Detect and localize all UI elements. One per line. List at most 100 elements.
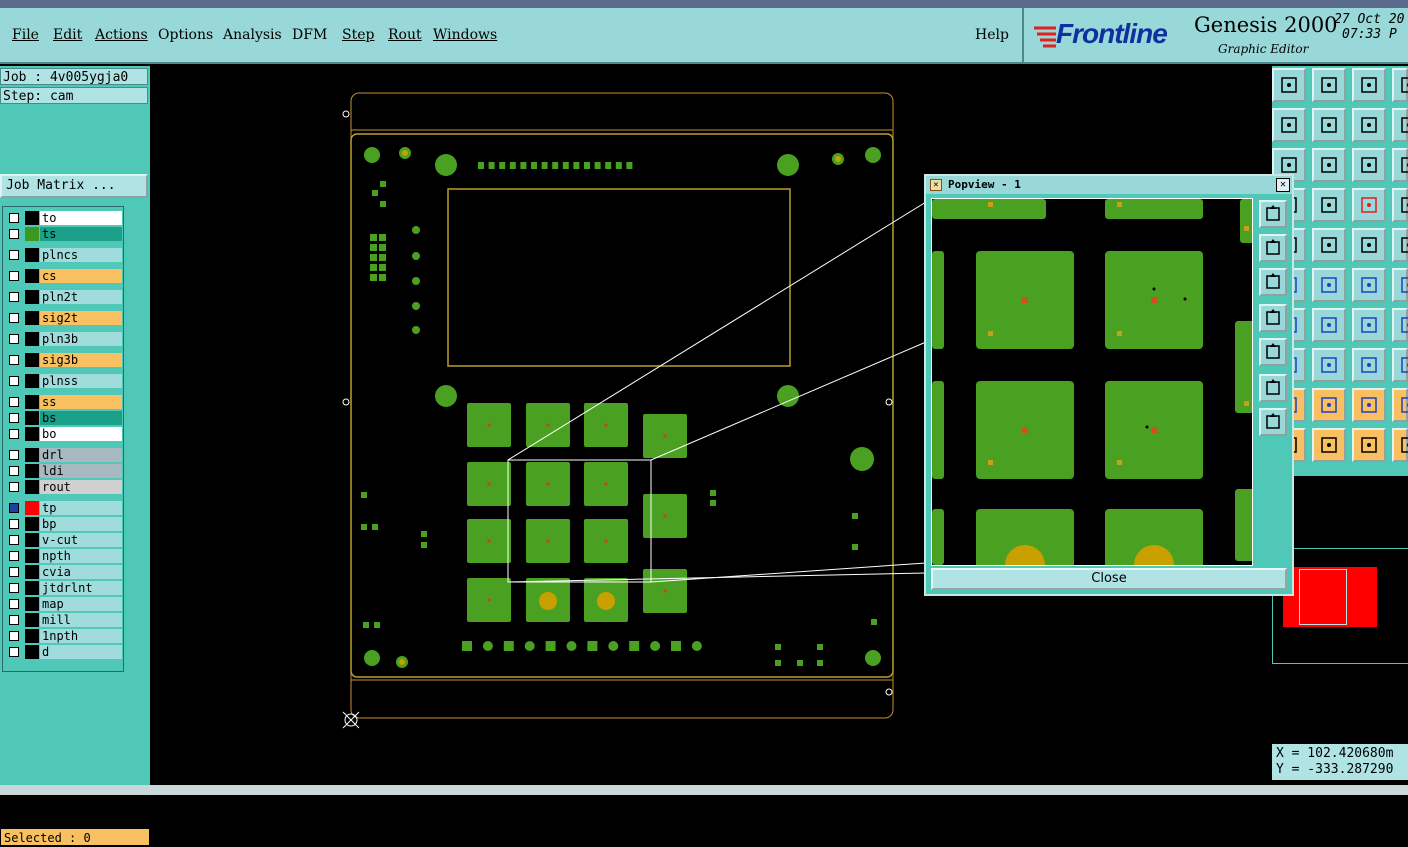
overview-view-rect[interactable] — [1299, 569, 1347, 625]
layer-row-cs[interactable]: cs — [5, 269, 122, 283]
menu-options[interactable]: Options — [158, 27, 213, 43]
pointer-icon[interactable] — [1312, 428, 1346, 462]
more-icon[interactable] — [1392, 68, 1408, 102]
more-icon[interactable] — [1392, 308, 1408, 342]
layer-row-npth[interactable]: npth — [5, 549, 122, 563]
layer-checkbox[interactable] — [9, 551, 19, 561]
pan-right-icon[interactable] — [1312, 108, 1346, 142]
layer-row-cvia[interactable]: cvia — [5, 565, 122, 579]
job-matrix-button[interactable]: Job Matrix ... — [0, 174, 148, 198]
more-icon[interactable] — [1392, 188, 1408, 222]
menu-help[interactable]: Help — [975, 27, 1009, 43]
layer-checkbox[interactable] — [9, 250, 19, 260]
layer-checkbox[interactable] — [9, 567, 19, 577]
ratio-icon[interactable] — [1352, 148, 1386, 182]
layer-checkbox[interactable] — [9, 376, 19, 386]
layer-checkbox[interactable] — [9, 631, 19, 641]
menu-rout[interactable]: Rout — [388, 27, 422, 43]
zoom-down-icon[interactable] — [1312, 68, 1346, 102]
layer-row-sig3b[interactable]: sig3b — [5, 353, 122, 367]
layer-row-ts[interactable]: ts — [5, 227, 122, 241]
target-icon[interactable] — [1352, 428, 1386, 462]
popview-canvas[interactable] — [931, 198, 1253, 566]
more-icon[interactable] — [1392, 148, 1408, 182]
more-icon[interactable] — [1392, 268, 1408, 302]
layer-checkbox[interactable] — [9, 413, 19, 423]
layer-checkbox[interactable] — [9, 599, 19, 609]
layer-row-pln2t[interactable]: pln2t — [5, 290, 122, 304]
center-icon[interactable] — [1259, 408, 1287, 436]
layer-checkbox[interactable] — [9, 397, 19, 407]
layer-checkbox[interactable] — [9, 647, 19, 657]
fit-all-icon[interactable] — [1312, 148, 1346, 182]
menu-analysis[interactable]: Analysis — [223, 27, 282, 43]
triangle-icon[interactable] — [1312, 388, 1346, 422]
zoom-in-icon[interactable] — [1259, 234, 1287, 262]
pan-left-icon[interactable] — [1259, 304, 1287, 332]
layer-checkbox[interactable] — [9, 535, 19, 545]
menu-step[interactable]: Step — [342, 27, 374, 43]
layer-checkbox[interactable] — [9, 229, 19, 239]
layer-row-bp[interactable]: bp — [5, 517, 122, 531]
layer-checkbox[interactable] — [9, 213, 19, 223]
diagonal-icon[interactable] — [1312, 308, 1346, 342]
layer-row-jtdrlnt[interactable]: jtdrlnt — [5, 581, 122, 595]
zoom-out-icon[interactable] — [1259, 268, 1287, 296]
probe-icon[interactable] — [1312, 188, 1346, 222]
layer-checkbox[interactable] — [9, 271, 19, 281]
layer-row-1npth[interactable]: 1npth — [5, 629, 122, 643]
layer-checkbox[interactable] — [9, 503, 19, 513]
layer-row-bo[interactable]: bo — [5, 427, 122, 441]
layer-row-ss[interactable]: ss — [5, 395, 122, 409]
layer-row-bs[interactable]: bs — [5, 411, 122, 425]
layer-row-mill[interactable]: mill — [5, 613, 122, 627]
layer-checkbox[interactable] — [9, 429, 19, 439]
arrow-icon[interactable] — [1352, 388, 1386, 422]
more-icon[interactable] — [1392, 348, 1408, 382]
layer-checkbox[interactable] — [9, 450, 19, 460]
layer-row-plncs[interactable]: plncs — [5, 248, 122, 262]
ruler-icon[interactable] — [1352, 228, 1386, 262]
layer-row-map[interactable]: map — [5, 597, 122, 611]
more-icon[interactable] — [1392, 388, 1408, 422]
more-icon[interactable] — [1392, 228, 1408, 262]
layer-row-pln3b[interactable]: pln3b — [5, 332, 122, 346]
pan-right-icon[interactable] — [1259, 338, 1287, 366]
pan-left-icon[interactable] — [1272, 108, 1306, 142]
layer-checkbox[interactable] — [9, 292, 19, 302]
menu-edit[interactable]: Edit — [53, 27, 82, 43]
layer-checkbox[interactable] — [9, 519, 19, 529]
menu-dfm[interactable]: DFM — [292, 27, 327, 43]
popview-titlebar[interactable]: ✕ Popview - 1 ✕ — [926, 176, 1292, 194]
layer-row-tp[interactable]: tp — [5, 501, 122, 515]
close-icon[interactable]: ✕ — [1276, 178, 1290, 192]
layer-checkbox[interactable] — [9, 583, 19, 593]
draw-icon[interactable] — [1312, 228, 1346, 262]
layer-checkbox[interactable] — [9, 334, 19, 344]
layer-row-plnss[interactable]: plnss — [5, 374, 122, 388]
layer-row-sig2t[interactable]: sig2t — [5, 311, 122, 325]
layer-checkbox[interactable] — [9, 466, 19, 476]
window-menu-icon[interactable]: ✕ — [930, 179, 942, 191]
grid-icon[interactable] — [1352, 348, 1386, 382]
layers-icon[interactable] — [1352, 188, 1386, 222]
layer-row-to[interactable]: to — [5, 211, 122, 225]
home-icon[interactable] — [1352, 68, 1386, 102]
layer-row-rout[interactable]: rout — [5, 480, 122, 494]
layer-checkbox[interactable] — [9, 615, 19, 625]
menu-windows[interactable]: Windows — [433, 27, 497, 43]
layer-row-d[interactable]: d — [5, 645, 122, 659]
arc-icon[interactable] — [1352, 308, 1386, 342]
menu-file[interactable]: File — [12, 27, 39, 43]
move-icon[interactable] — [1352, 268, 1386, 302]
layer-checkbox[interactable] — [9, 313, 19, 323]
zoom-home-icon[interactable] — [1259, 200, 1287, 228]
more-icon[interactable] — [1392, 108, 1408, 142]
more-icon[interactable] — [1392, 428, 1408, 462]
layer-checkbox[interactable] — [9, 482, 19, 492]
close-button[interactable]: Close — [931, 568, 1287, 590]
layer-checkbox[interactable] — [9, 355, 19, 365]
menu-actions[interactable]: Actions — [95, 27, 148, 43]
rotate-icon[interactable] — [1352, 108, 1386, 142]
fit-icon[interactable] — [1259, 374, 1287, 402]
